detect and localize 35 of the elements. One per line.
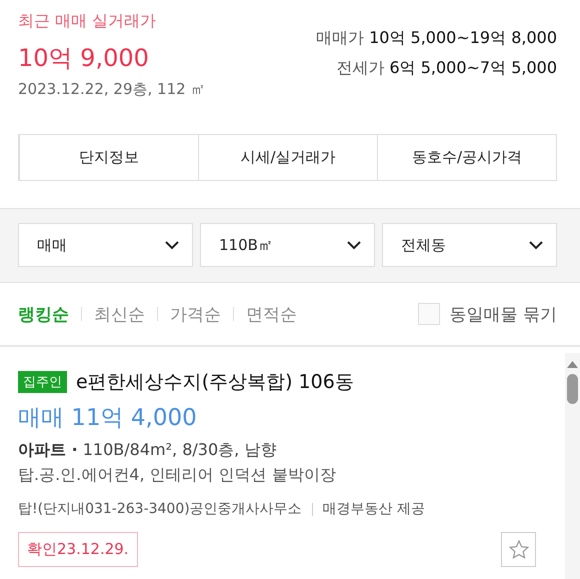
sort-option[interactable]: 면적순 <box>246 302 297 326</box>
checkbox[interactable] <box>418 303 440 325</box>
sort-option[interactable]: 가격순 <box>170 302 221 326</box>
range-label: 전세가 <box>336 58 384 79</box>
scroll-up-icon[interactable] <box>567 361 578 368</box>
dropdown[interactable]: 110B㎡ <box>200 223 375 267</box>
tab[interactable]: 단지정보 <box>19 135 198 180</box>
listing-description: 탑.공.인.에어컨4, 인테리어 인덕션 붙박이장 <box>18 465 337 486</box>
range-label: 매매가 <box>316 28 364 49</box>
tab[interactable]: 동호수/공시가격 <box>377 135 556 180</box>
owner-badge: 집주인 <box>18 371 67 393</box>
property-type: 아파트 · <box>18 440 78 459</box>
chevron-down-icon <box>164 240 180 250</box>
favorite-button[interactable] <box>501 532 536 567</box>
section-title: 최근 매매 실거래가 <box>18 11 158 32</box>
listing-title[interactable]: e편한세상수지(주상복합) 106동 <box>76 369 354 395</box>
range-value: 6억 5,000~7억 5,000 <box>389 58 557 79</box>
trade-details: 2023.12.22, 29층, 112 ㎡ <box>18 80 206 99</box>
star-icon <box>508 540 528 559</box>
provider-text: 매경부동산 제공 <box>322 500 426 518</box>
checkbox-label: 동일매물 묶기 <box>450 304 557 326</box>
property-specs: 110B/84m², 8/30층, 남향 <box>82 440 276 459</box>
scrollbar[interactable] <box>565 353 580 579</box>
range-value: 10억 5,000~19억 8,000 <box>369 28 557 49</box>
confirmed-date: 확인23.12.29. <box>18 532 138 567</box>
agent-name: 탑!(단지내031-263-3400)공인중개사사무소 <box>18 500 302 518</box>
chevron-down-icon <box>528 240 544 250</box>
tab[interactable]: 시세/실거래가 <box>198 135 377 180</box>
price-text: 10억 9,000 <box>18 43 150 74</box>
chevron-down-icon <box>346 240 362 250</box>
scrollbar-thumb[interactable] <box>567 374 578 404</box>
sort-option[interactable]: 최신순 <box>94 302 145 326</box>
dropdown[interactable]: 전체동 <box>382 223 557 267</box>
dropdown[interactable]: 매매 <box>18 223 193 267</box>
listing-price: 매매 11억 4,000 <box>18 404 198 433</box>
